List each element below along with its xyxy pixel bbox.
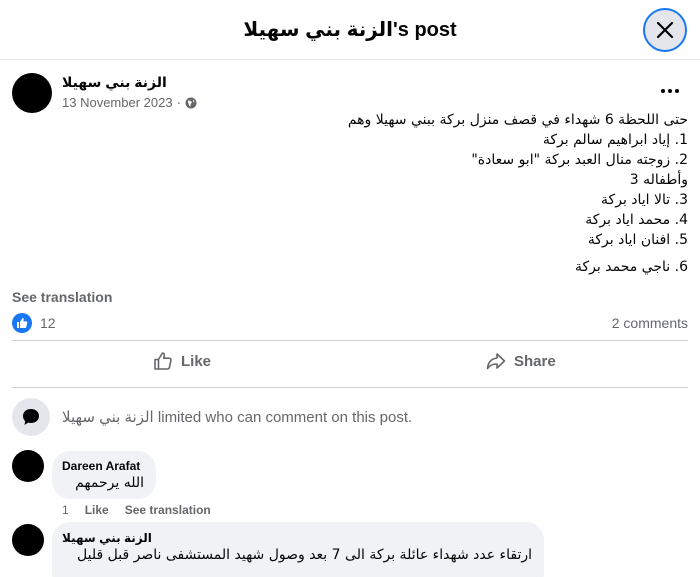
dialog-title: الزنة بني سهيلا's post — [243, 19, 457, 41]
dialog-header: الزنة بني سهيلا's post — [0, 0, 700, 60]
reaction-count: 12 — [40, 315, 56, 331]
like-button-label: Like — [181, 352, 212, 370]
share-button-label: Share — [514, 352, 556, 370]
comment-see-translation-link[interactable]: See translation — [125, 503, 211, 517]
like-reaction-icon — [12, 313, 32, 333]
post-line: 3. تالا اياد بركة — [601, 192, 688, 208]
commenter-avatar[interactable] — [12, 450, 44, 482]
post-author-name[interactable]: الزنة بني سهيلا — [62, 74, 167, 91]
close-icon — [656, 21, 674, 39]
reaction-summary[interactable]: 12 — [12, 313, 56, 333]
thumbs-up-icon — [154, 352, 172, 370]
more-options-button[interactable] — [655, 80, 685, 102]
share-button[interactable]: Share — [486, 351, 556, 371]
post-line: حتى اللحظة 6 شهداء في قصف منزل بركة ببني… — [347, 112, 688, 128]
comment-bubble: Dareen Arafat الله يرحمهم — [52, 451, 156, 499]
comment-author[interactable]: Dareen Arafat — [62, 459, 140, 473]
comment-restriction-notice: الزنة بني سهيلا limited who can comment … — [12, 398, 412, 436]
more-icon — [661, 89, 665, 93]
like-button[interactable]: Like — [153, 351, 211, 371]
comment-timestamp[interactable]: 1 — [62, 503, 69, 517]
post-date[interactable]: 13 November 2023 — [62, 95, 173, 110]
comment-bubble: الزنة بني سهيلا ارتقاء عدد شهداء عائلة ب… — [52, 522, 544, 577]
comment-author[interactable]: الزنة بني سهيلا — [62, 531, 152, 545]
post-text: حتى اللحظة 6 شهداء في قصف منزل بركة ببني… — [128, 110, 688, 277]
comment-text: الله يرحمهم — [75, 475, 144, 491]
post-meta: 13 November 2023 · — [62, 95, 197, 110]
post-line: 4. محمد اياد بركة — [585, 212, 688, 228]
post-line: 1. إياد ابراهيم سالم بركة — [542, 132, 688, 148]
comment-count[interactable]: 2 comments — [612, 315, 688, 331]
see-translation-link[interactable]: See translation — [12, 289, 112, 305]
post-line: 5. افنان اياد بركة — [587, 232, 688, 248]
post-line: 6. ناجي محمد بركة — [575, 259, 688, 275]
comment-restriction-text: الزنة بني سهيلا limited who can comment … — [62, 409, 413, 426]
share-icon — [486, 353, 506, 370]
commenter-avatar[interactable] — [12, 524, 44, 556]
comment-bubble-icon — [12, 398, 50, 436]
globe-icon — [185, 97, 197, 108]
post-line: وأطفاله 3 — [629, 172, 688, 188]
post-author-avatar[interactable] — [12, 73, 52, 113]
close-button[interactable] — [643, 8, 687, 52]
comment-text: ارتقاء عدد شهداء عائلة بركة الى 7 بعد وص… — [77, 547, 532, 563]
comment-like-button[interactable]: Like — [85, 503, 109, 517]
post-action-bar: Like Share — [12, 340, 688, 388]
comment-actions: 1 Like See translation — [62, 503, 211, 517]
post-line: 2. زوجته منال العبد بركة "ابو سعادة" — [471, 152, 688, 168]
